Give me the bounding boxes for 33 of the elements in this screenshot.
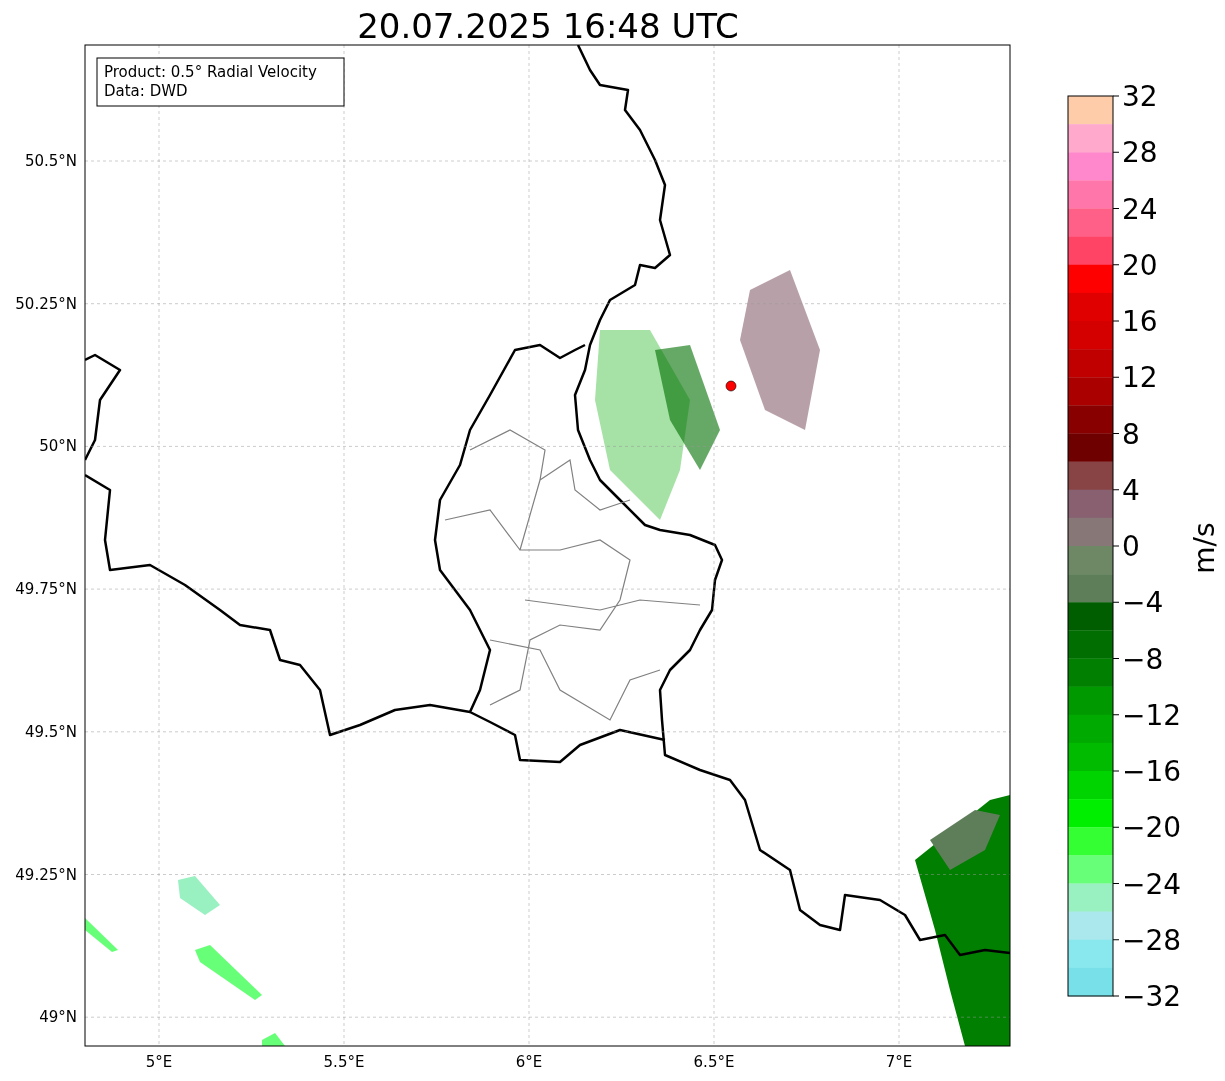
colorbar-tick-label: −20 xyxy=(1122,811,1182,845)
latitude-label: 50.5°N xyxy=(24,152,77,170)
colorbar-tick-label: 8 xyxy=(1122,417,1140,451)
info-text: Data: DWD xyxy=(104,82,188,100)
longitude-label: 6°E xyxy=(515,1053,543,1071)
colorbar-tick-label: 32 xyxy=(1122,80,1158,113)
colorbar-tick-label: 16 xyxy=(1122,305,1158,338)
colorbar-tick-label: −24 xyxy=(1122,867,1182,901)
colorbar-tick-label: −28 xyxy=(1122,923,1182,957)
latitude-label: 50.25°N xyxy=(15,294,77,313)
latitude-label: 49.5°N xyxy=(24,722,77,741)
longitude-label: 5.5°E xyxy=(323,1053,365,1071)
colorbar-tick-label: −12 xyxy=(1122,698,1182,732)
colorbar-tick-label: 4 xyxy=(1122,473,1140,507)
colorbar-tick-label: −16 xyxy=(1122,755,1182,788)
colorbar-tick-label: 24 xyxy=(1122,192,1158,226)
info-text: Product: 0.5° Radial Velocity xyxy=(104,63,317,81)
latitude-label: 50°N xyxy=(39,437,77,456)
latitude-label: 49.25°N xyxy=(15,865,77,884)
colorbar-tick-label: −8 xyxy=(1122,642,1164,676)
colorbar-tick-label: 0 xyxy=(1122,530,1140,563)
chart-title: 20.07.2025 16:48 UTC xyxy=(357,6,739,46)
colorbar-tick-label: 20 xyxy=(1122,248,1158,282)
longitude-label: 7°E xyxy=(885,1053,913,1071)
colorbar-tick-label: −32 xyxy=(1122,980,1182,1013)
latitude-label: 49.75°N xyxy=(15,580,77,599)
longitude-label: 6.5°E xyxy=(693,1053,735,1071)
latitude-label: 49°N xyxy=(39,1008,77,1027)
colorbar-tick-label: 28 xyxy=(1122,136,1158,170)
colorbar-tick-label: 12 xyxy=(1122,361,1158,395)
colorbar-tick-label: −4 xyxy=(1122,586,1164,620)
longitude-label: 5°E xyxy=(145,1053,173,1071)
colorbar-label: m/s xyxy=(1188,522,1221,574)
